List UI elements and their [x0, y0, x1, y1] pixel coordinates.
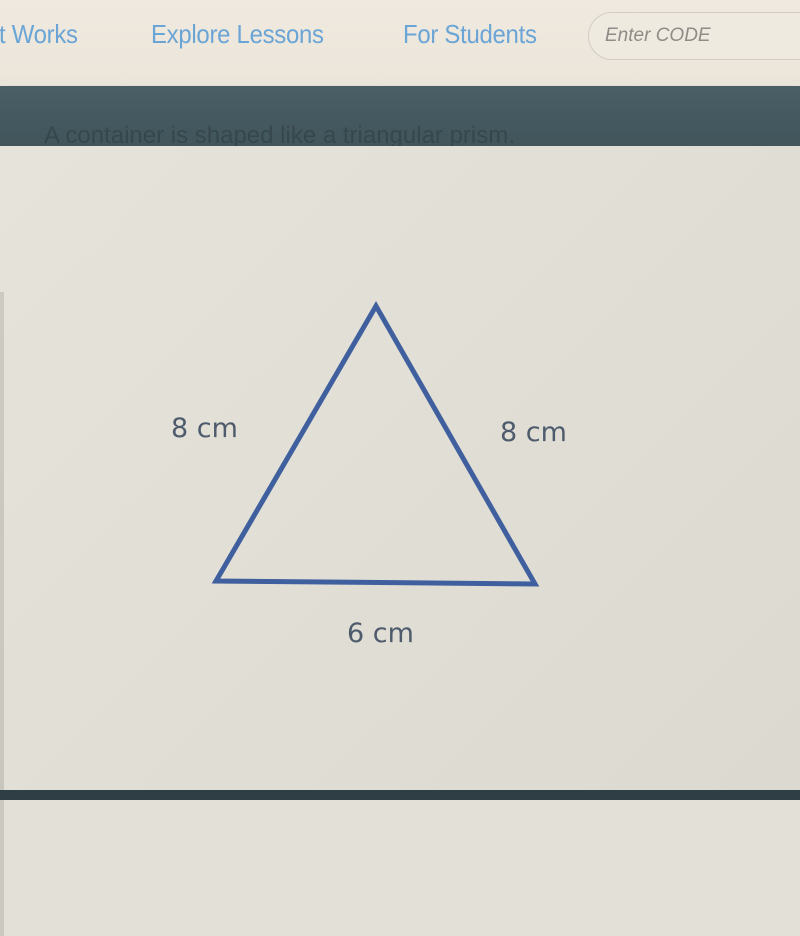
question-text: A container is shaped like a triangular … [44, 122, 515, 146]
top-navigation-bar: it Works Explore Lessons For Students [0, 0, 800, 86]
question-header-band: A container is shaped like a triangular … [0, 86, 800, 146]
left-side-label: 8 cm [171, 413, 238, 444]
base-side-label: 6 cm [347, 618, 414, 649]
triangle-shape [211, 300, 540, 587]
question-content-area: 8 cm 8 cm 6 cm [0, 146, 800, 936]
right-side-label: 8 cm [500, 417, 567, 448]
nav-link-for-students[interactable]: For Students [403, 19, 537, 50]
triangle-figure: 8 cm 8 cm 6 cm [171, 300, 567, 649]
nav-link-explore-lessons[interactable]: Explore Lessons [151, 19, 324, 50]
enter-code-input[interactable] [588, 12, 800, 60]
bottom-screen-edge [0, 790, 800, 800]
nav-link-how-it-works[interactable]: it Works [0, 19, 78, 50]
